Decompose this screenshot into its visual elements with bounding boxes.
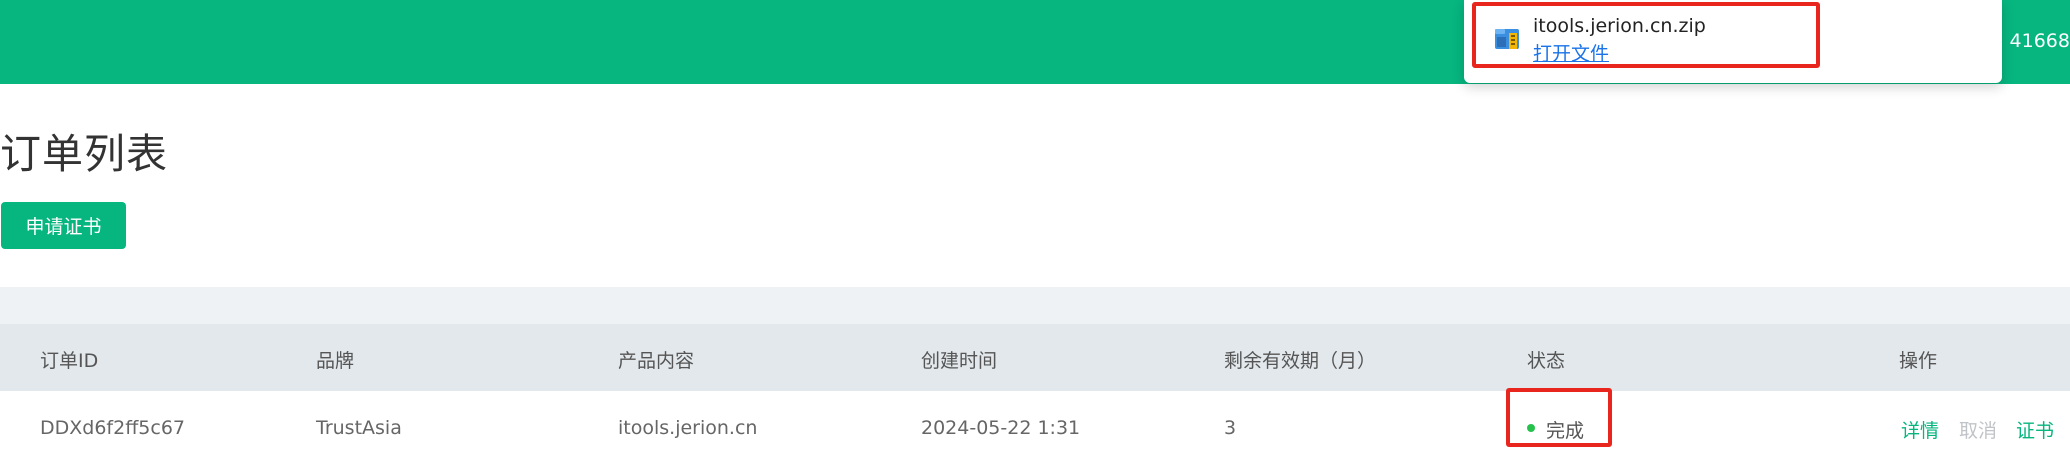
cell-created: 2024-05-22 1:31: [921, 417, 1081, 439]
column-header-product[interactable]: 产品内容: [618, 346, 694, 373]
download-file-name: itools.jerion.cn.zip: [1533, 15, 1706, 37]
column-header-order-id[interactable]: 订单ID: [40, 346, 98, 373]
cell-remaining: 3: [1224, 417, 1237, 439]
status-badge: 完成: [1546, 420, 1585, 442]
table-row: DDXd6f2ff5c67 TrustAsia itools.jerion.cn…: [0, 391, 2070, 456]
open-file-link[interactable]: 打开文件: [1533, 39, 1609, 66]
cell-order-id: DDXd6f2ff5c67: [40, 417, 186, 439]
apply-certificate-button[interactable]: 申请证书: [1, 202, 126, 249]
column-header-status[interactable]: 状态: [1527, 346, 1565, 373]
column-header-brand[interactable]: 品牌: [316, 346, 354, 373]
cell-product: itools.jerion.cn: [618, 417, 758, 439]
table-header: 订单ID 品牌 产品内容 创建时间 剩余有效期（月） 状态 操作: [0, 324, 2070, 391]
status-dot-icon: [1527, 424, 1535, 432]
zip-archive-icon: [1495, 29, 1519, 49]
user-id-label[interactable]: 41668: [2010, 30, 2070, 52]
page-title: 订单列表: [0, 130, 168, 178]
download-popup: itools.jerion.cn.zip 打开文件: [1464, 0, 2002, 83]
cell-brand: TrustAsia: [316, 417, 402, 439]
page: 41668 itools.jerion.cn.zip 打开文件 订单列表 申请证…: [0, 0, 2070, 456]
column-header-remaining[interactable]: 剩余有效期（月）: [1224, 346, 1376, 373]
details-link[interactable]: 详情: [1901, 416, 1939, 443]
download-item-highlight[interactable]: itools.jerion.cn.zip 打开文件: [1472, 2, 1820, 68]
orders-table: 订单ID 品牌 产品内容 创建时间 剩余有效期（月） 状态 操作 DDXd6f2…: [0, 287, 2070, 456]
cancel-link[interactable]: 取消: [1959, 416, 1997, 443]
column-header-created[interactable]: 创建时间: [921, 346, 997, 373]
column-header-actions: 操作: [1899, 350, 1938, 372]
certificate-link[interactable]: 证书: [2016, 416, 2054, 443]
